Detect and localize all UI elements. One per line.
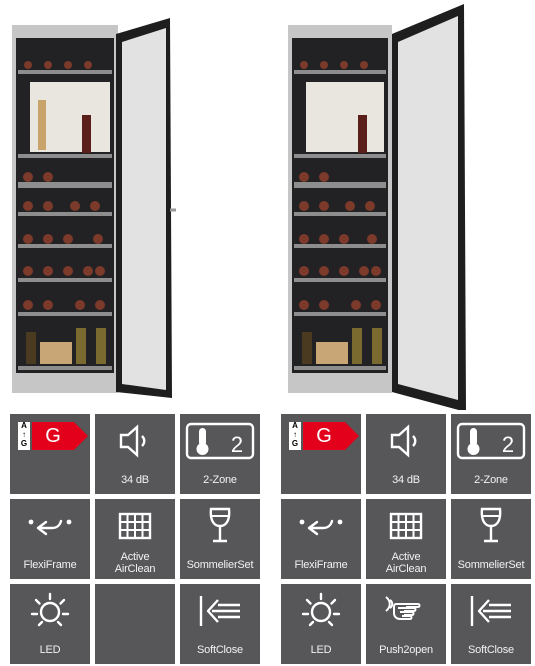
sommelier-label: SommelierSet	[457, 559, 525, 571]
wine-cabinet-photo-2	[268, 0, 535, 412]
energy-class-tile: A ↑ G G	[10, 414, 90, 494]
wine-glass-icon	[206, 507, 234, 545]
softclose-label: SoftClose	[468, 644, 514, 656]
softclose-icon	[469, 594, 513, 628]
flexiframe-tile: FlexiFrame	[10, 499, 90, 579]
sommelier-tile: SommelierSet	[180, 499, 260, 579]
light-bulb-icon	[30, 592, 70, 630]
wine-glass-icon	[477, 507, 505, 545]
energy-label: A ↑ G G	[18, 422, 88, 450]
push-hand-icon	[384, 594, 428, 628]
flexiframe-label: FlexiFrame	[23, 559, 77, 571]
push2open-tile: Push2open	[366, 584, 446, 664]
zones-label: 2-Zone	[474, 474, 508, 486]
led-label: LED	[39, 644, 61, 656]
noise-level-tile: 34 dB	[366, 414, 446, 494]
softclose-label: SoftClose	[197, 644, 243, 656]
led-label: LED	[310, 644, 332, 656]
svg-text:2: 2	[231, 432, 243, 457]
airclean-tile: Active AirClean	[95, 499, 175, 579]
softclose-tile: SoftClose	[451, 584, 531, 664]
flexiframe-tile: FlexiFrame	[281, 499, 361, 579]
grid-filter-icon	[389, 512, 423, 540]
speaker-icon	[117, 424, 153, 458]
thermometer-icon: 2	[185, 422, 255, 460]
feature-grid-1: A ↑ G G 34 dB 2 2-Zone FlexiFrame Active…	[10, 414, 260, 664]
flexiframe-label: FlexiFrame	[294, 559, 348, 571]
airclean-tile: Active AirClean	[366, 499, 446, 579]
softclose-icon	[198, 594, 242, 628]
light-bulb-icon	[301, 592, 341, 630]
noise-label: 34 dB	[121, 474, 149, 486]
feature-grid-2: A ↑ G G 34 dB 2 2-Zone FlexiFrame Active…	[281, 414, 531, 664]
grid-filter-icon	[118, 512, 152, 540]
zones-label: 2-Zone	[203, 474, 237, 486]
noise-label: 34 dB	[392, 474, 420, 486]
airclean-label: Active AirClean	[385, 551, 427, 575]
noise-level-tile: 34 dB	[95, 414, 175, 494]
flexiframe-icon	[299, 514, 343, 538]
push2open-label: Push2open	[379, 644, 433, 656]
led-tile: LED	[10, 584, 90, 664]
wine-cabinet-photo-1	[0, 0, 267, 410]
energy-class-tile: A ↑ G G	[281, 414, 361, 494]
sommelier-label: SommelierSet	[186, 559, 254, 571]
energy-class: G	[45, 425, 61, 447]
empty-tile	[95, 584, 175, 664]
energy-label: A ↑ G G	[289, 422, 359, 450]
sommelier-tile: SommelierSet	[451, 499, 531, 579]
flexiframe-icon	[28, 514, 72, 538]
speaker-icon	[388, 424, 424, 458]
led-tile: LED	[281, 584, 361, 664]
svg-text:2: 2	[502, 432, 514, 457]
airclean-label: Active AirClean	[114, 551, 156, 575]
zones-tile: 2 2-Zone	[180, 414, 260, 494]
softclose-tile: SoftClose	[180, 584, 260, 664]
zones-tile: 2 2-Zone	[451, 414, 531, 494]
energy-class: G	[316, 425, 332, 447]
thermometer-icon: 2	[456, 422, 526, 460]
